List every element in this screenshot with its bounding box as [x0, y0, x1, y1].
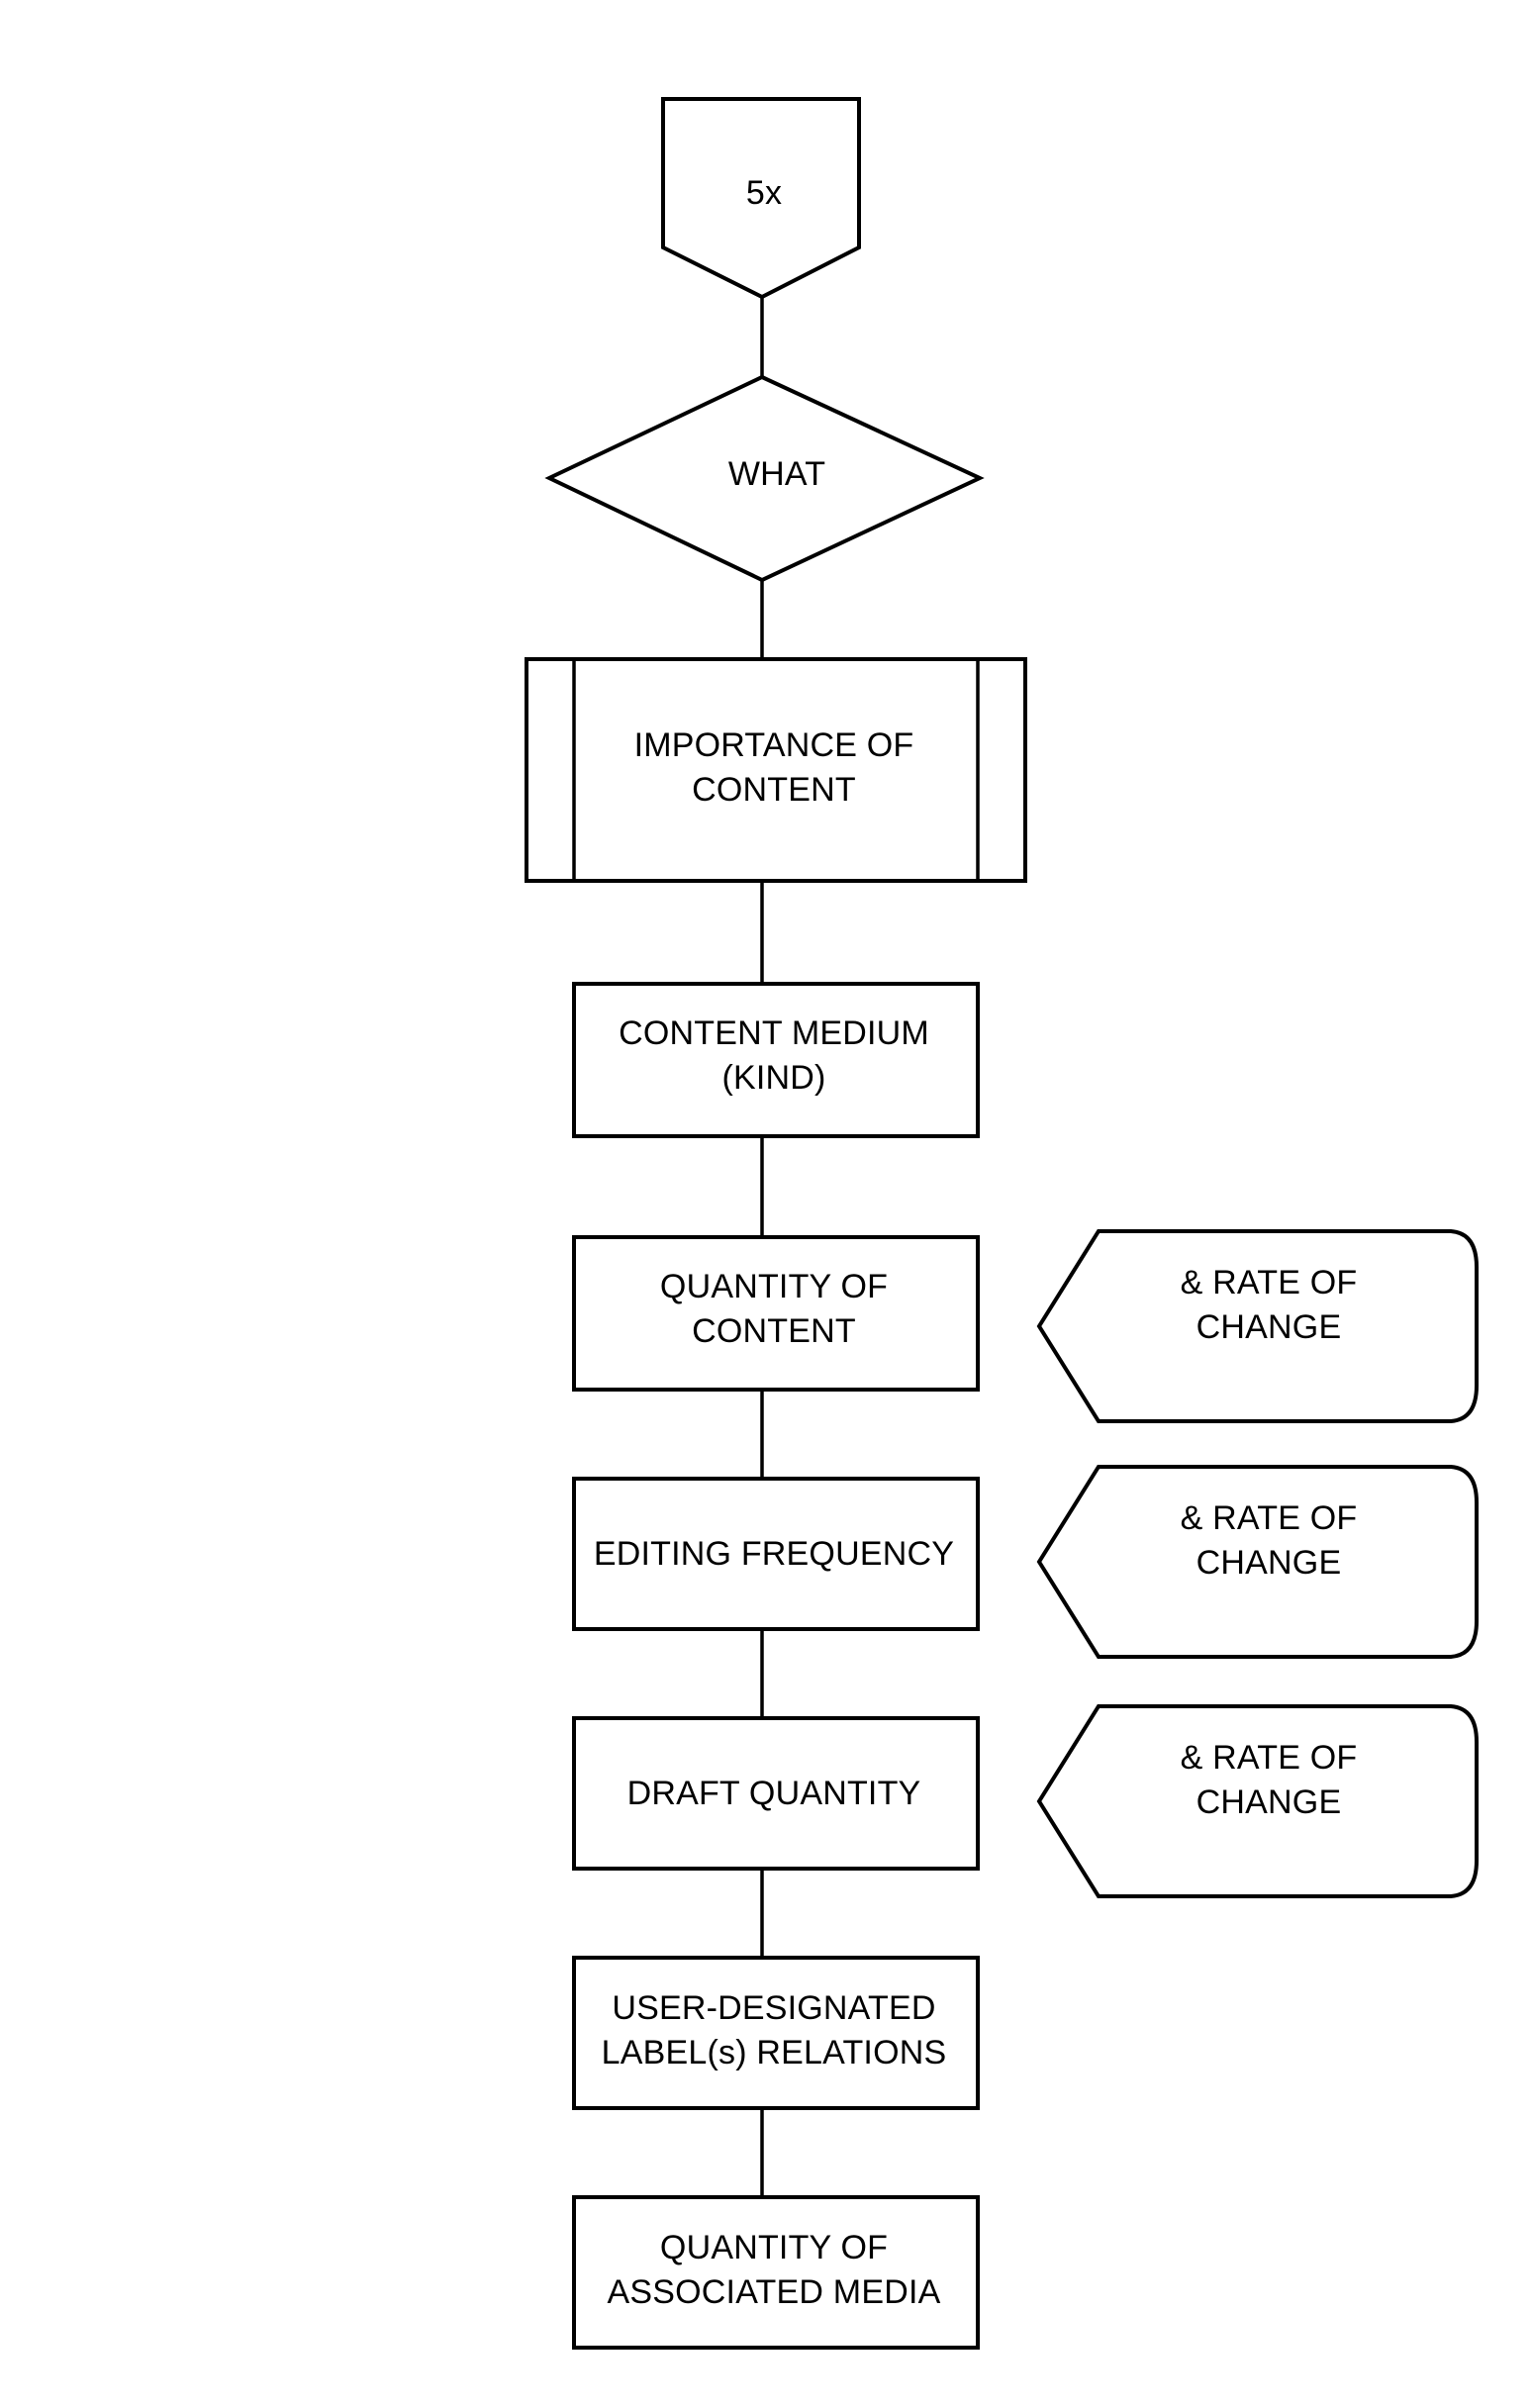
node-quantity-associated-media[interactable]: QUANTITY OF ASSOCIATED MEDIA [572, 2195, 980, 2350]
flowchart-canvas: 5x WHAT IMPORTANCE OF CONTENT CONTENT ME… [525, 97, 1479, 2350]
editing-frequency-label-line1: EDITING FREQUENCY [594, 1535, 954, 1573]
node-importance-of-content[interactable]: IMPORTANCE OF CONTENT [525, 657, 1027, 883]
quantity-of-content-label-line1: QUANTITY OF [660, 1268, 888, 1305]
node-user-designated-labels[interactable]: USER-DESIGNATED LABEL(s) RELATIONS [572, 1956, 980, 2110]
node-multiplier[interactable]: 5x [661, 97, 861, 300]
rate-of-change-3-label-line2: CHANGE [1196, 1783, 1342, 1821]
importance-of-content-label-line1: IMPORTANCE OF [634, 726, 914, 764]
node-draft-quantity[interactable]: DRAFT QUANTITY [572, 1716, 980, 1871]
quantity-associated-media-label-line2: ASSOCIATED MEDIA [608, 2273, 941, 2311]
rate-of-change-2-label-line1: & RATE OF [1181, 1499, 1358, 1537]
user-designated-labels-label-line1: USER-DESIGNATED [612, 1989, 935, 2027]
annotation-rate-of-change-1[interactable]: & RATE OF CHANGE [1036, 1229, 1479, 1423]
annotation-rate-of-change-2[interactable]: & RATE OF CHANGE [1036, 1465, 1479, 1659]
content-medium-label-line2: (KIND) [721, 1059, 825, 1097]
what-label: WHAT [728, 455, 825, 493]
node-editing-frequency[interactable]: EDITING FREQUENCY [572, 1477, 980, 1631]
rate-of-change-1-label-line2: CHANGE [1196, 1308, 1342, 1346]
content-medium-label-line1: CONTENT MEDIUM [619, 1014, 929, 1052]
quantity-associated-media-label-line1: QUANTITY OF [660, 2229, 888, 2266]
rate-of-change-1-label-line1: & RATE OF [1181, 1264, 1358, 1301]
node-content-medium[interactable]: CONTENT MEDIUM (KIND) [572, 982, 980, 1138]
user-designated-labels-label-line2: LABEL(s) RELATIONS [602, 2034, 947, 2071]
flowchart-diagram: 5x WHAT IMPORTANCE OF CONTENT CONTENT ME… [0, 0, 1531, 2408]
node-what[interactable]: WHAT [544, 374, 985, 583]
multiplier-label: 5x [746, 174, 782, 212]
node-quantity-of-content[interactable]: QUANTITY OF CONTENT [572, 1235, 980, 1392]
draft-quantity-label-line1: DRAFT QUANTITY [627, 1775, 921, 1812]
importance-of-content-label-line2: CONTENT [692, 771, 856, 809]
annotation-rate-of-change-3[interactable]: & RATE OF CHANGE [1036, 1704, 1479, 1898]
quantity-of-content-label-line2: CONTENT [692, 1312, 856, 1350]
rate-of-change-3-label-line1: & RATE OF [1181, 1739, 1358, 1777]
rate-of-change-2-label-line2: CHANGE [1196, 1544, 1342, 1582]
